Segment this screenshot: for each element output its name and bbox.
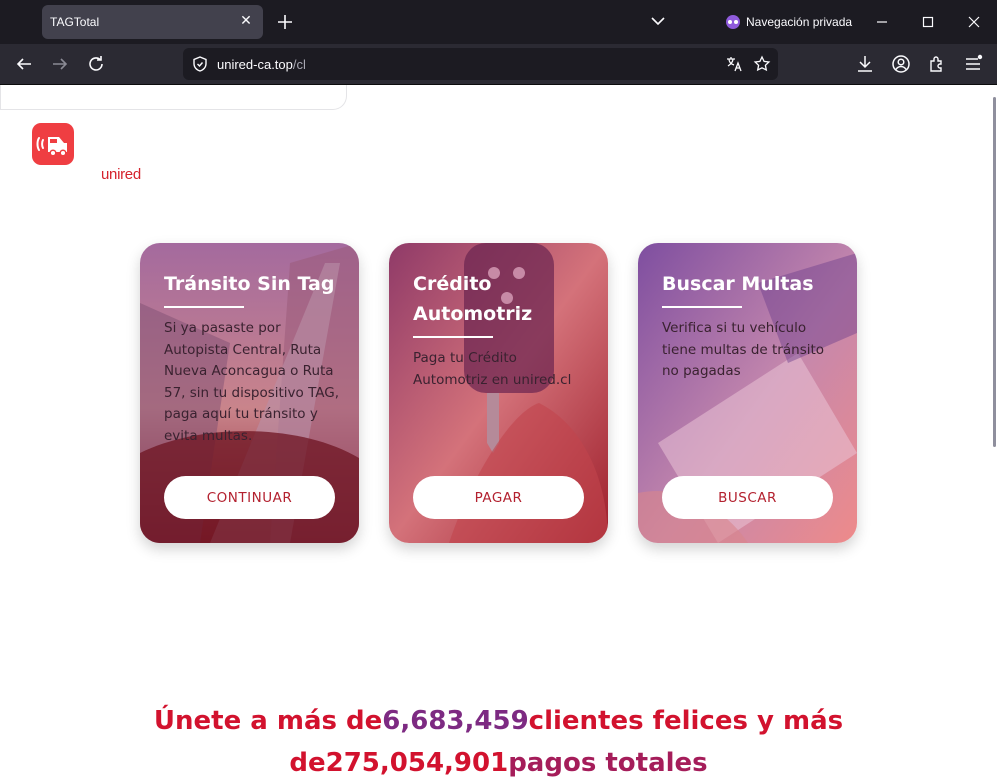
buscar-button[interactable]: BUSCAR xyxy=(662,476,833,519)
page-content: unired Tránsito Sin Tag Si ya pasaste po… xyxy=(0,85,997,784)
forward-arrow-icon[interactable] xyxy=(49,53,71,75)
promo-text-3: pagos totales xyxy=(508,748,708,778)
url-text: unired-ca.top/cl xyxy=(217,57,306,72)
card-description: Paga tu Crédito Automotriz en unired.cl xyxy=(413,350,572,388)
new-tab-icon[interactable] xyxy=(274,11,296,33)
download-icon[interactable] xyxy=(854,53,876,75)
chevron-down-icon[interactable] xyxy=(649,12,667,30)
clients-count: 6,683,459 xyxy=(382,706,529,736)
private-browsing-indicator: Navegación privada xyxy=(725,14,852,30)
browser-tab[interactable]: TAGTotal ✕ xyxy=(42,5,263,39)
title-divider xyxy=(413,336,493,338)
car-signal-icon[interactable] xyxy=(32,123,74,165)
address-bar[interactable]: unired-ca.top/cl xyxy=(183,48,778,80)
header-box xyxy=(0,85,347,110)
title-divider xyxy=(662,306,742,308)
extensions-icon[interactable] xyxy=(926,53,948,75)
back-arrow-icon[interactable] xyxy=(13,53,35,75)
card-credito-automotriz: Crédito Automotriz Paga tu Crédito Autom… xyxy=(389,243,608,543)
reload-icon[interactable] xyxy=(85,53,107,75)
title-divider xyxy=(164,306,244,308)
card-buscar-multas: Buscar Multas Verifica si tu vehículo ti… xyxy=(638,243,857,543)
pagar-button[interactable]: PAGAR xyxy=(413,476,584,519)
url-host: unired-ca.top xyxy=(217,57,293,72)
translate-icon[interactable] xyxy=(725,55,743,73)
account-icon[interactable] xyxy=(890,53,912,75)
card-description: Si ya pasaste por Autopista Central, Rut… xyxy=(164,320,340,444)
private-label: Navegación privada xyxy=(746,15,853,29)
stats-banner: Únete a más de6,683,459clientes felices … xyxy=(0,700,997,784)
minimize-icon[interactable] xyxy=(872,12,892,32)
card-transito-sin-tag: Tránsito Sin Tag Si ya pasaste por Autop… xyxy=(140,243,359,543)
card-title: Crédito Automotriz xyxy=(413,273,533,325)
promo-text-1: Únete a más de xyxy=(153,706,383,736)
maximize-icon[interactable] xyxy=(918,12,938,32)
brand-logo-text[interactable]: unired xyxy=(101,166,141,183)
browser-navbar: unired-ca.top/cl xyxy=(0,44,997,85)
tab-close-icon[interactable]: ✕ xyxy=(237,12,255,30)
card-title: Tránsito Sin Tag xyxy=(164,273,335,295)
bookmark-star-icon[interactable] xyxy=(753,55,771,73)
browser-titlebar: TAGTotal ✕ Navegación privada xyxy=(0,0,997,44)
close-window-icon[interactable] xyxy=(964,12,984,32)
menu-icon[interactable] xyxy=(962,53,984,75)
card-description: Verifica si tu vehículo tiene multas de … xyxy=(662,320,825,379)
private-mask-icon xyxy=(726,15,740,29)
tab-title: TAGTotal xyxy=(50,15,100,29)
card-title: Buscar Multas xyxy=(662,273,814,295)
shield-icon[interactable] xyxy=(191,55,209,73)
continuar-button[interactable]: CONTINUAR xyxy=(164,476,335,519)
page-scrollbar[interactable] xyxy=(993,97,996,447)
payments-count: 275,054,901 xyxy=(325,748,509,778)
url-path: /cl xyxy=(292,57,306,72)
